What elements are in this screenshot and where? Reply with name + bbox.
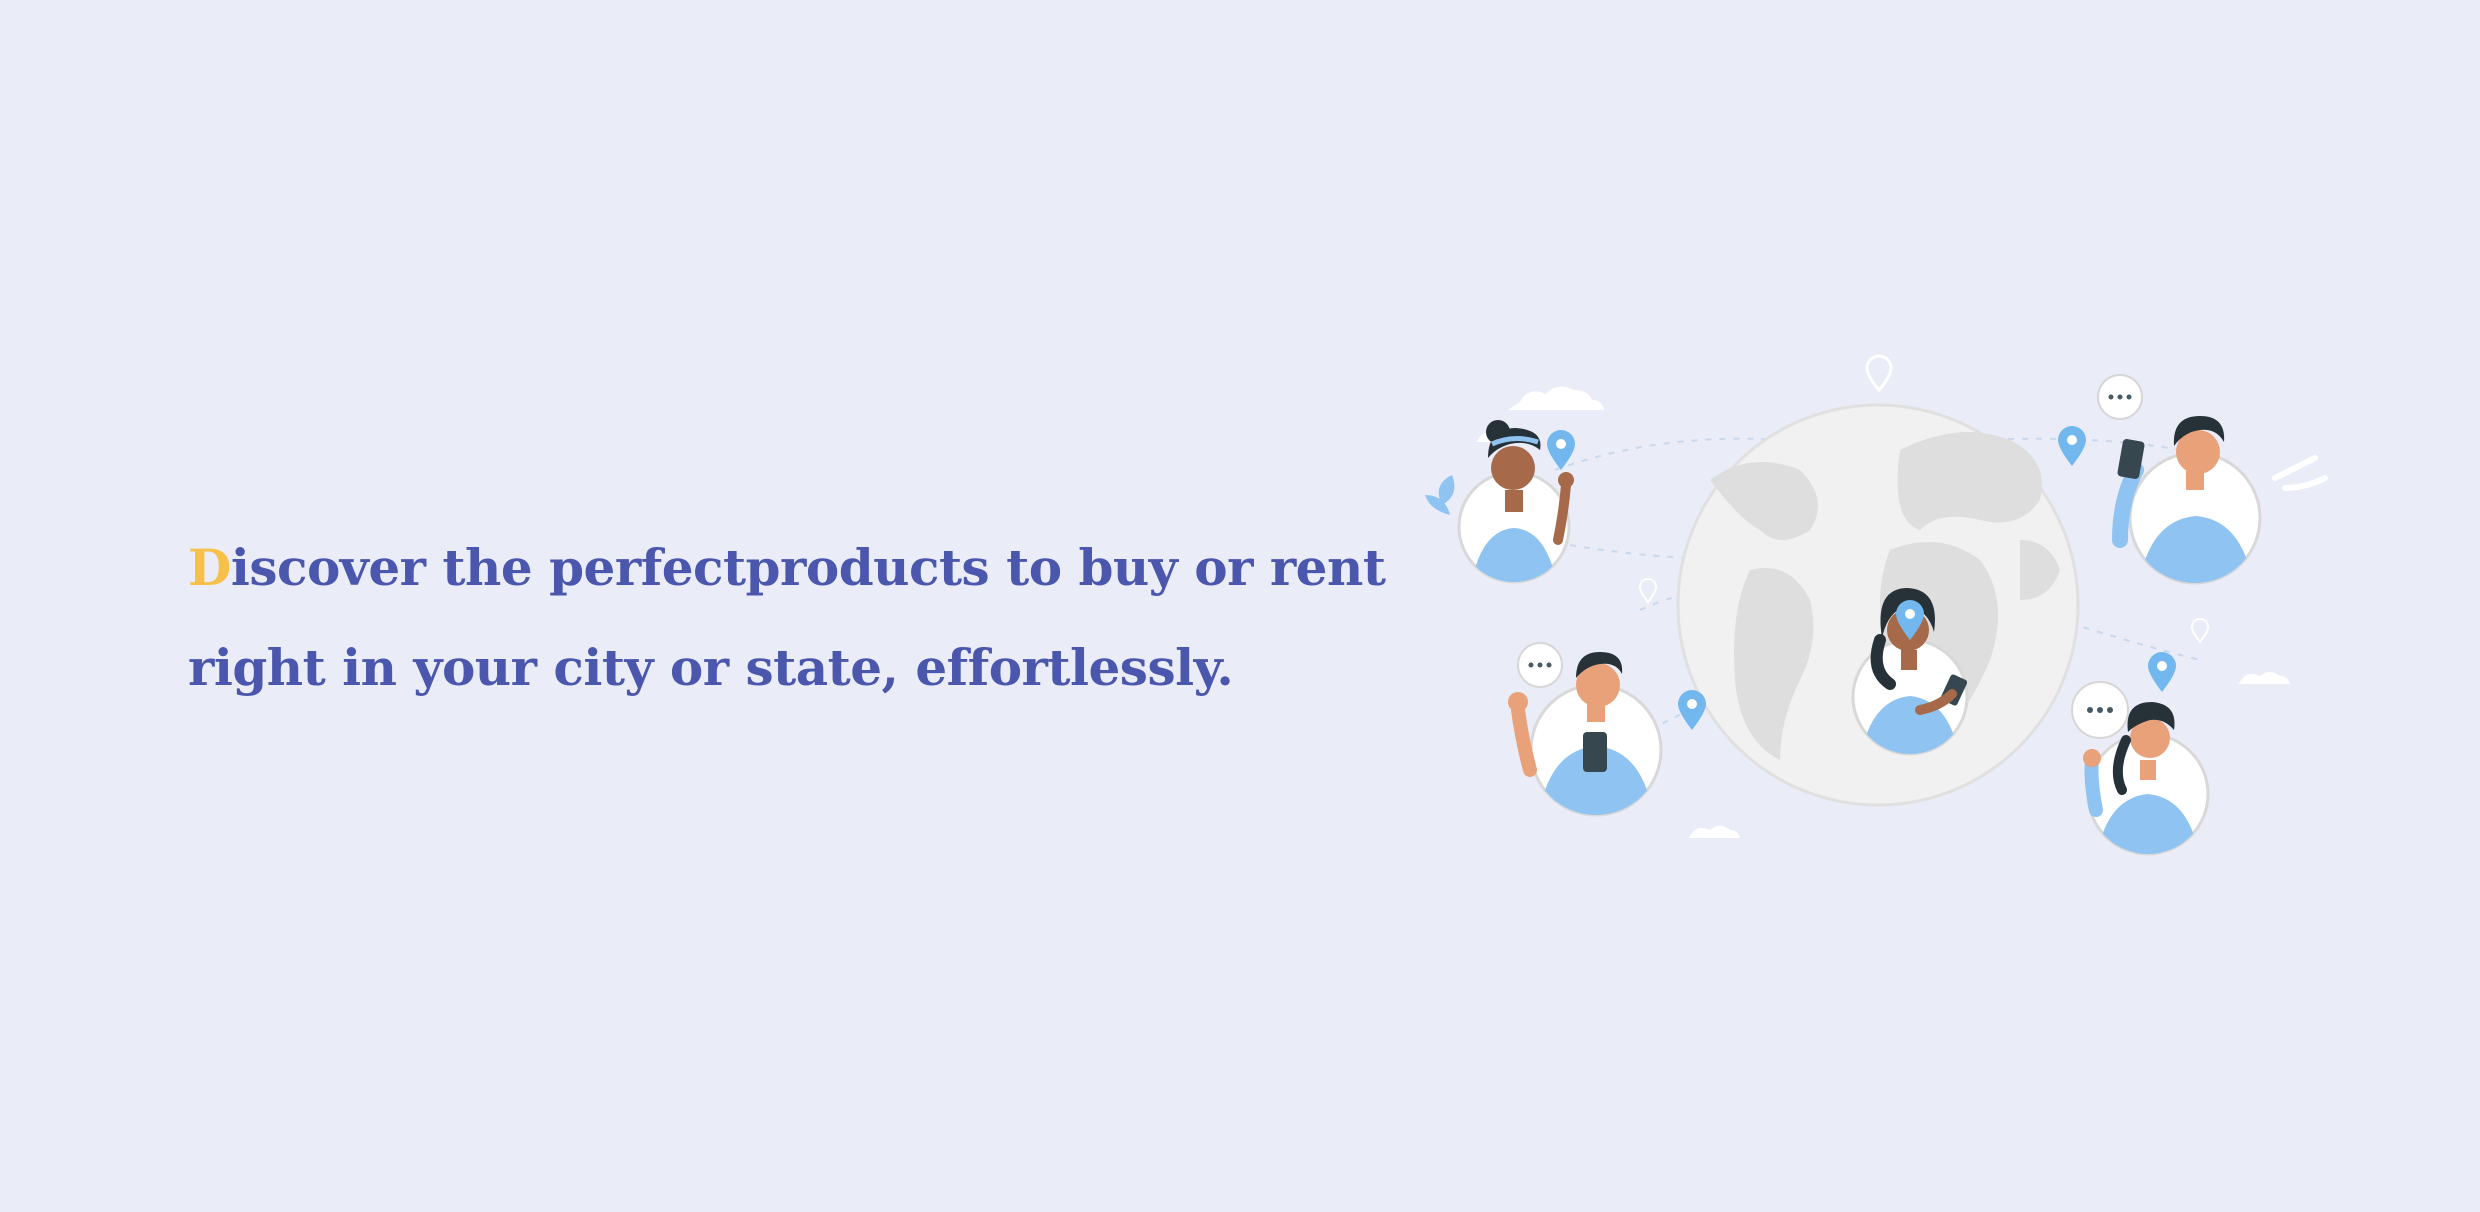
cloud-icon: [1688, 826, 1740, 838]
speech-bubble-icon: [2071, 681, 2129, 739]
headline-line-2: right in your city or state, effortlessl…: [188, 638, 1234, 697]
location-pin-icon: [1678, 690, 1706, 730]
people-around-globe-illustration: [1425, 354, 2328, 856]
speech-bubble-icon: [1517, 642, 1563, 688]
location-pin-icon: [1638, 578, 1658, 604]
headline-line-1: Discover the perfectproducts to buy or r…: [188, 518, 1388, 618]
location-pin-icon: [2058, 426, 2086, 466]
location-pin-icon: [2190, 618, 2210, 644]
speech-bubble-icon: [2097, 374, 2143, 420]
hero-section: Discover the perfectproducts to buy or r…: [0, 0, 2480, 1212]
hero-headline: Discover the perfectproducts to buy or r…: [188, 518, 1388, 718]
location-pin-icon: [2148, 652, 2176, 692]
location-pin-icon: [1865, 354, 1893, 393]
person-icon: [2112, 416, 2328, 585]
headline-line-1-text: iscover the perfectproducts to buy or re…: [230, 538, 1386, 597]
cloud-icon: [2238, 672, 2290, 684]
headline-initial-letter: D: [188, 538, 231, 597]
cloud-icon: [1508, 386, 1604, 410]
plant-icon: [1425, 475, 1455, 515]
